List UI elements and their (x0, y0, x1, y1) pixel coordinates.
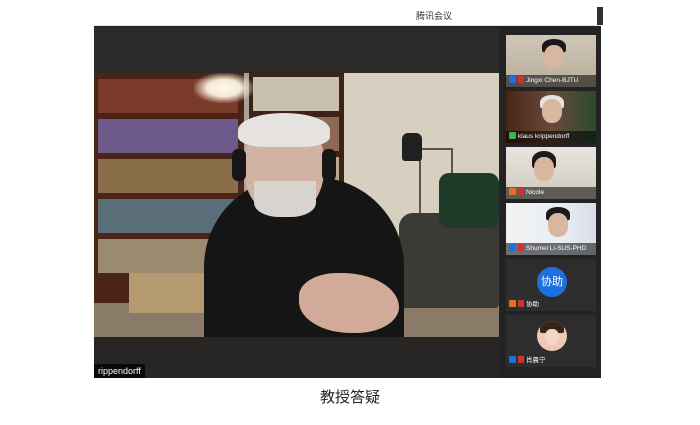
participant-face (544, 45, 564, 69)
participant-badge-icon (509, 356, 516, 363)
meeting-window: 腾讯会议 rippendorff Jingxi Chen-BJTU klaus … (94, 7, 603, 378)
participant-face (542, 99, 562, 123)
participant-badge-icon (509, 244, 516, 251)
participant-label: klaus krippendorff (506, 131, 596, 143)
window-edge (597, 7, 603, 25)
participant-label: Nicole (506, 187, 596, 199)
boxes (129, 273, 204, 313)
headphone-left (232, 149, 246, 181)
figure-caption: 教授答疑 (319, 388, 380, 406)
mic-muted-icon (518, 244, 524, 251)
cushion (439, 173, 499, 228)
mic-muted-icon (518, 356, 524, 363)
mic-muted-icon (518, 188, 524, 195)
participant-label: Jingxi Chen-BJTU (506, 75, 596, 87)
participant-tile[interactable]: Shumei Li-SUS-PHD (506, 203, 596, 255)
mic-muted-icon (518, 76, 524, 83)
participant-name: Jingxi Chen-BJTU (526, 77, 579, 84)
participant-tile[interactable]: Jingxi Chen-BJTU (506, 35, 596, 87)
participant-name: 协助 (526, 301, 539, 308)
window-title: 腾讯会议 (416, 11, 453, 21)
participant-name: Shumei Li-SUS-PHD (526, 245, 587, 252)
participant-tile[interactable]: 肖晨宁 (506, 315, 596, 367)
participant-avatar: 协助 (537, 267, 567, 297)
participant-badge-icon (509, 76, 516, 83)
speaker-hair (238, 113, 330, 147)
participant-face (534, 157, 554, 181)
participant-tile[interactable]: 协助 协助 (506, 259, 596, 311)
video-background (94, 73, 499, 337)
participant-badge-icon (509, 300, 516, 307)
participant-badge-icon (509, 132, 516, 139)
participant-face (548, 213, 568, 237)
headphone-right (322, 149, 336, 181)
mic-muted-icon (518, 300, 524, 307)
participant-name: klaus krippendorff (518, 133, 570, 140)
speaker-beard (254, 181, 316, 217)
participant-label: 肖晨宁 (506, 355, 596, 367)
participant-panel: Jingxi Chen-BJTU klaus krippendorff Nico… (504, 27, 601, 378)
participant-name: 肖晨宁 (526, 357, 546, 364)
participant-tile[interactable]: klaus krippendorff (506, 91, 596, 143)
participant-label: 协助 (506, 299, 596, 311)
speaker-name-label: rippendorff (94, 364, 145, 378)
title-bar: 腾讯会议 (94, 7, 603, 26)
participant-tile[interactable]: Nicole (506, 147, 596, 199)
lamp-light (194, 73, 254, 103)
participant-avatar (537, 321, 567, 351)
main-video[interactable]: rippendorff (94, 27, 499, 378)
bag (402, 133, 422, 161)
participant-badge-icon (509, 188, 516, 195)
video-top-band (94, 27, 499, 73)
participant-label: Shumei Li-SUS-PHD (506, 243, 596, 255)
participant-name: Nicole (526, 189, 545, 196)
